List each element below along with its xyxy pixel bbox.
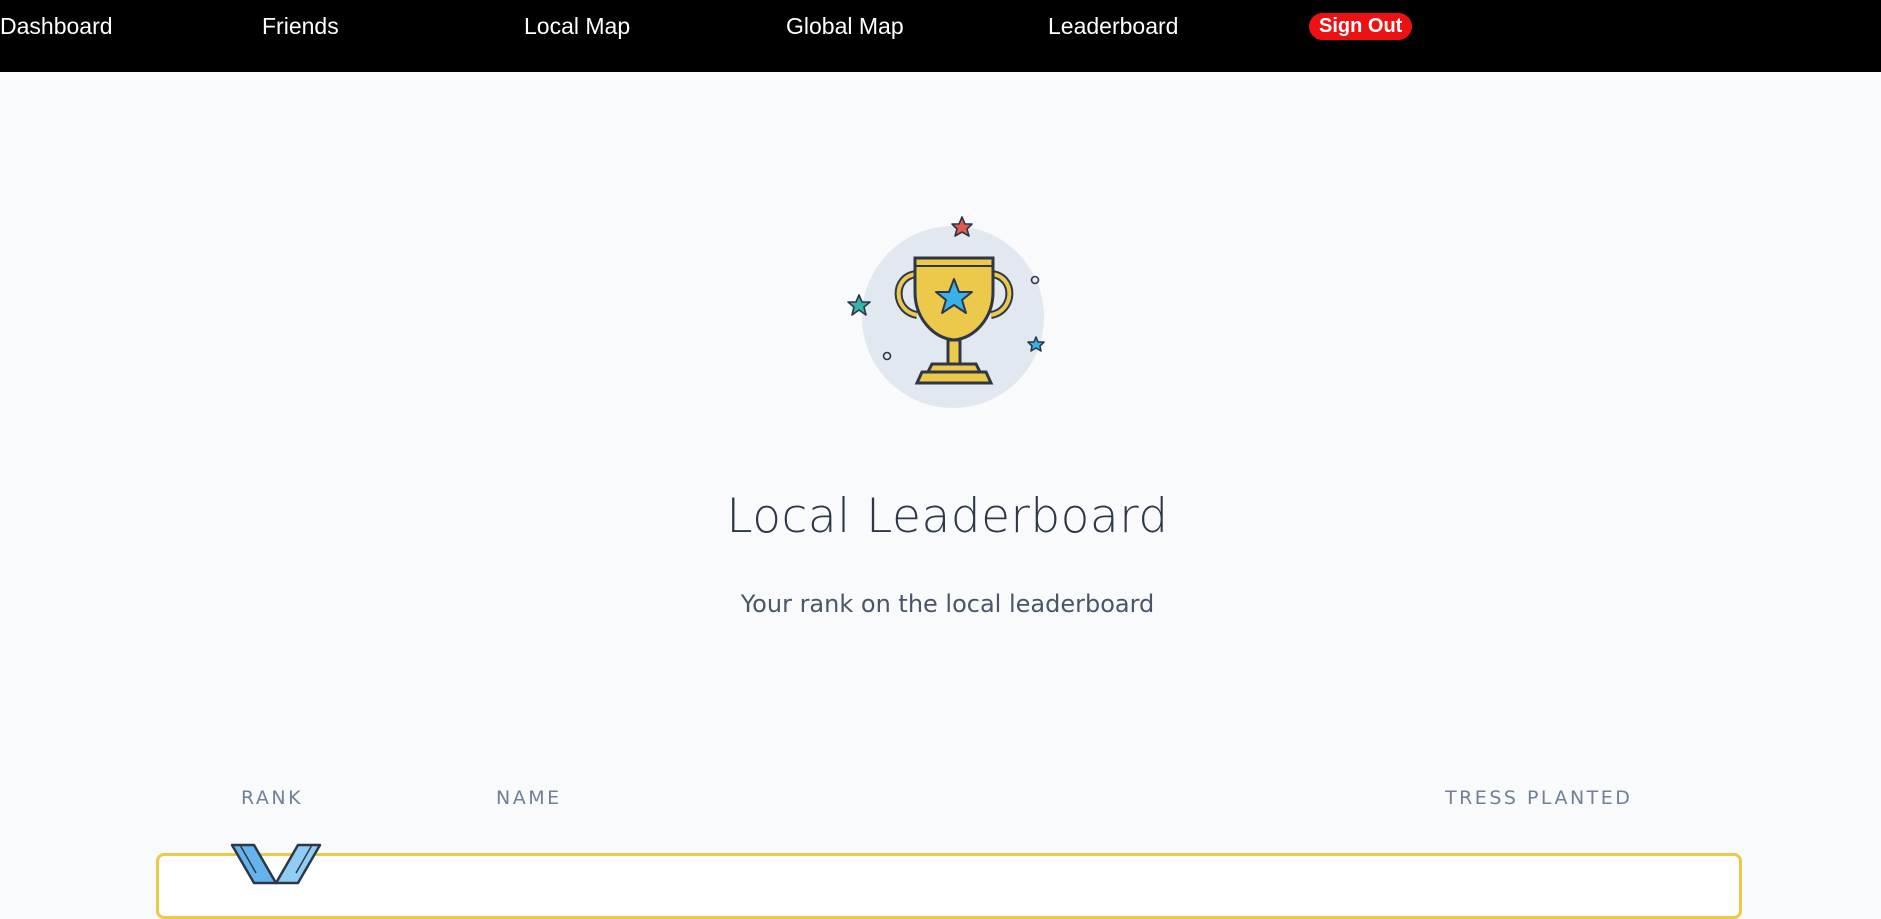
nav-link-local-map[interactable]: Local Map — [524, 12, 630, 40]
nav-link-friends[interactable]: Friends — [262, 12, 339, 40]
page-title: Local Leaderboard — [726, 489, 1169, 544]
column-header-name: NAME — [496, 787, 562, 809]
page-subtitle: Your rank on the local leaderboard — [740, 590, 1155, 618]
trophy-icon — [840, 210, 1070, 420]
leaderboard-row — [156, 853, 1742, 919]
nav-link-leaderboard[interactable]: Leaderboard — [1048, 12, 1178, 40]
sign-out-button[interactable]: Sign Out — [1309, 13, 1413, 40]
top-navigation: Dashboard Friends Local Map Global Map L… — [0, 0, 1881, 72]
column-header-rank: RANK — [241, 787, 304, 809]
nav-link-dashboard[interactable]: Dashboard — [0, 12, 113, 40]
medal-icon — [226, 843, 326, 885]
column-header-trees-planted: TRESS PLANTED — [1445, 787, 1633, 809]
nav-link-global-map[interactable]: Global Map — [786, 12, 904, 40]
